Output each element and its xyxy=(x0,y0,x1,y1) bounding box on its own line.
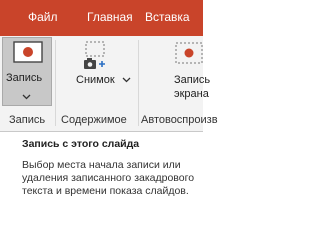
group-separator xyxy=(138,40,139,126)
record-button-label: Запись xyxy=(6,72,43,84)
screen-record-icon xyxy=(175,42,203,64)
group-label-content: Содержимое xyxy=(61,114,127,126)
chevron-down-icon[interactable] xyxy=(122,77,131,83)
group-separator xyxy=(55,40,56,126)
record-screen-icon xyxy=(13,41,43,63)
group-label-autoplay: Автовоспроизв xyxy=(141,114,218,126)
tab-insert[interactable]: Вставка xyxy=(145,10,190,24)
group-label-record: Запись xyxy=(9,114,46,126)
camera-add-icon xyxy=(84,41,105,69)
tab-home[interactable]: Главная xyxy=(87,10,133,24)
chevron-down-icon xyxy=(22,94,31,100)
screen-record-label-2[interactable]: экрана xyxy=(174,88,209,101)
snapshot-button[interactable]: Снимок xyxy=(76,74,115,87)
tooltip-title: Запись с этого слайда xyxy=(22,138,140,150)
screen-record-label-1[interactable]: Запись xyxy=(174,74,210,87)
tab-file[interactable]: Файл xyxy=(28,10,58,24)
tooltip-body: Выбор места начала записи или удаления з… xyxy=(22,159,195,197)
